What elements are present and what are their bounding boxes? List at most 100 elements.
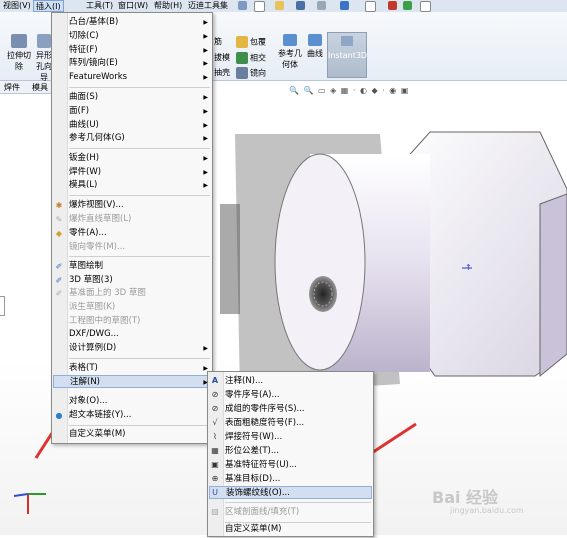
menu-item-3d-sketch-on-plane[interactable]: 基准面上的 3D 草图 bbox=[69, 287, 146, 300]
extrude-cut-button[interactable]: 拉伸切除 bbox=[6, 34, 32, 72]
menu-item-label: 3D 草图(3) bbox=[69, 275, 113, 285]
menu-maidi-tools[interactable]: 迈迪工具集 bbox=[186, 0, 230, 12]
menu-item-weldments[interactable]: 焊件(W) bbox=[69, 166, 101, 179]
datum-feature-icon: ▣ bbox=[211, 460, 219, 469]
menu-item-reference-geometry[interactable]: 参考几何体(G) bbox=[69, 132, 125, 145]
menu-separator bbox=[69, 358, 210, 359]
menu-item-3d-sketch[interactable]: 3D 草图(3) bbox=[69, 274, 113, 287]
menu-item-label: 基准面上的 3D 草图 bbox=[69, 288, 146, 298]
3d-sketch-icon: ✐ bbox=[55, 276, 63, 285]
intersect-label: 相交 bbox=[250, 53, 266, 63]
pin-icon[interactable] bbox=[238, 1, 247, 10]
menu-item-customize-menu[interactable]: 自定义菜单(M) bbox=[69, 428, 125, 441]
options-icon[interactable] bbox=[403, 1, 412, 10]
menu-item-sketch-from-drawing[interactable]: 工程图中的草图(T) bbox=[69, 315, 140, 328]
menu-item-explode-line-sketch[interactable]: 爆炸直线草图(L) bbox=[69, 213, 131, 226]
shell-button[interactable]: 抽壳 bbox=[214, 67, 230, 78]
print-icon[interactable] bbox=[317, 1, 326, 10]
menu-item-note[interactable]: 注释(N)... bbox=[225, 375, 263, 388]
menu-view[interactable]: 视图(V) bbox=[1, 0, 33, 12]
select-icon[interactable] bbox=[365, 1, 376, 12]
instant3d-button[interactable]: Instant3D bbox=[327, 32, 367, 78]
wrap-button[interactable]: 包覆 bbox=[236, 36, 266, 48]
heads-up-view-toolbar[interactable]: 🔍 🔍 ▭ ◈ ▦ · ◐ ◆ · ◉ ▣ bbox=[289, 86, 449, 96]
menu-item-tables[interactable]: 表格(T) bbox=[69, 362, 98, 375]
rebuild-icon[interactable] bbox=[388, 1, 397, 10]
menu-item-area-hatch-fill[interactable]: 区域剖面线/填充(T) bbox=[225, 506, 299, 519]
menu-item-curve[interactable]: 曲线(U) bbox=[69, 119, 99, 132]
menu-item-featureworks[interactable]: FeatureWorks bbox=[69, 71, 127, 84]
tab-weldments[interactable]: 焊件 bbox=[4, 82, 20, 93]
menu-item-balloon[interactable]: 零件序号(A)... bbox=[225, 389, 280, 402]
menu-item-label: 装饰螺纹线(O)... bbox=[226, 488, 290, 498]
model-shadow-edge bbox=[220, 204, 240, 314]
menu-item-molds[interactable]: 模具(L) bbox=[69, 179, 97, 192]
menu-item-part[interactable]: 零件(A)... bbox=[69, 227, 107, 240]
undo-icon[interactable] bbox=[340, 1, 349, 10]
file-properties-icon[interactable] bbox=[420, 1, 431, 12]
menu-window[interactable]: 窗口(W) bbox=[116, 0, 150, 12]
rib-button[interactable]: 筋 bbox=[214, 36, 222, 47]
menu-item-label: 成组的零件序号(S)... bbox=[225, 404, 305, 414]
menu-item-cut[interactable]: 切除(C) bbox=[69, 30, 99, 43]
menu-tools[interactable]: 工具(T) bbox=[84, 0, 115, 12]
draft-button[interactable]: 拔模 bbox=[214, 52, 230, 63]
menu-item-geometric-tolerance[interactable]: 形位公差(T)... bbox=[225, 445, 279, 458]
menu-item-boss-base[interactable]: 凸台/基体(B) bbox=[69, 16, 118, 29]
menu-help[interactable]: 帮助(H) bbox=[152, 0, 184, 12]
menu-item-mirror-part[interactable]: 镜向零件(M)... bbox=[69, 241, 125, 254]
menu-item-exploded-view[interactable]: 爆炸视图(V)... bbox=[69, 199, 124, 212]
menu-item-label: FeatureWorks bbox=[69, 72, 128, 82]
menu-item-datum-feature[interactable]: 基准特征符号(U)... bbox=[225, 459, 297, 472]
menu-item-label: 零件(A)... bbox=[69, 228, 107, 238]
menu-item-surface[interactable]: 曲面(S) bbox=[69, 91, 98, 104]
menu-item-label: 零件序号(A)... bbox=[225, 390, 280, 400]
submenu-arrow-icon: ▶ bbox=[203, 33, 208, 40]
geometric-tolerance-icon: ▦ bbox=[211, 446, 219, 455]
menu-item-cosmetic-thread[interactable]: 装饰螺纹线(O)... bbox=[209, 486, 372, 499]
tab-molds[interactable]: 模具 bbox=[32, 82, 48, 93]
menu-item-face[interactable]: 面(F) bbox=[69, 105, 89, 118]
submenu-arrow-icon: ▶ bbox=[203, 74, 208, 81]
menu-item-datum-target[interactable]: 基准目标(D)... bbox=[225, 473, 280, 486]
triad-z-axis bbox=[13, 493, 29, 497]
curves-label: 曲线 bbox=[307, 49, 323, 58]
menu-item-features[interactable]: 特征(F) bbox=[69, 44, 98, 57]
menu-item-customize-menu[interactable]: 自定义菜单(M) bbox=[225, 523, 281, 536]
menu-item-object[interactable]: 对象(O)... bbox=[69, 395, 107, 408]
submenu-arrow-icon: ▶ bbox=[203, 122, 208, 129]
menu-item-sketch[interactable]: 草图绘制 bbox=[69, 260, 103, 273]
menu-item-label: 设计算例(D) bbox=[69, 343, 117, 353]
new-file-icon[interactable] bbox=[254, 1, 265, 12]
submenu-arrow-icon: ▶ bbox=[203, 47, 208, 54]
extrude-cut-icon bbox=[11, 34, 27, 48]
menu-item-dxf-dwg[interactable]: DXF/DWG... bbox=[69, 328, 119, 341]
submenu-arrow-icon: ▶ bbox=[203, 135, 208, 142]
menu-item-stacked-balloon[interactable]: 成组的零件序号(S)... bbox=[225, 403, 305, 416]
globe-icon: ● bbox=[55, 411, 63, 420]
reference-geometry-button[interactable]: 参考几何体 bbox=[278, 34, 302, 70]
menu-item-weld-symbol[interactable]: 焊接符号(W)... bbox=[225, 431, 282, 444]
open-folder-icon[interactable] bbox=[275, 1, 284, 10]
menu-item-surface-finish[interactable]: 表面粗糙度符号(F)... bbox=[225, 417, 304, 430]
menu-item-label: 派生草图(K) bbox=[69, 302, 116, 312]
menu-item-label: 区域剖面线/填充(T) bbox=[225, 507, 300, 517]
menu-item-design-study[interactable]: 设计算例(D) bbox=[69, 342, 116, 355]
mirror-button[interactable]: 镜向 bbox=[236, 67, 266, 79]
menu-item-derived-sketch[interactable]: 派生草图(K) bbox=[69, 301, 115, 314]
menu-item-label: 切除(C) bbox=[69, 31, 99, 41]
save-icon[interactable] bbox=[296, 1, 305, 10]
menu-separator bbox=[69, 195, 210, 196]
wrap-icon bbox=[236, 36, 248, 48]
menu-item-pattern-mirror[interactable]: 阵列/镜向(E) bbox=[69, 57, 118, 70]
feature-tree-collapse-handle[interactable] bbox=[0, 296, 5, 316]
draft-label: 拔模 bbox=[214, 53, 230, 62]
menu-item-hyperlink[interactable]: 超文本链接(Y)... bbox=[69, 409, 131, 422]
intersect-button[interactable]: 相交 bbox=[236, 52, 266, 64]
menu-separator bbox=[69, 87, 210, 88]
menu-item-sheet-metal[interactable]: 钣金(H) bbox=[69, 152, 99, 165]
curves-button[interactable]: 曲线 bbox=[305, 34, 325, 59]
menu-item-annotations[interactable]: 注解(N) bbox=[53, 375, 209, 388]
menu-insert[interactable]: 插入(I) bbox=[33, 0, 64, 12]
menu-item-label: 凸台/基体(B) bbox=[69, 17, 119, 27]
